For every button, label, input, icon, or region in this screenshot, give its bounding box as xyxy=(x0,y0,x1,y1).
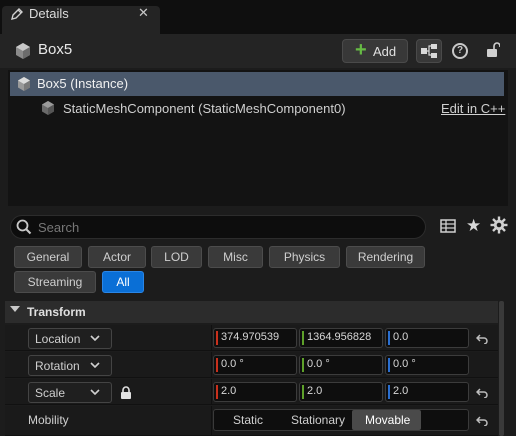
rotation-y-field[interactable]: 0.0 ° xyxy=(299,355,383,375)
tree-item-component-label[interactable]: StaticMeshComponent (StaticMeshComponent… xyxy=(63,101,346,116)
rotation-label: Rotation xyxy=(35,359,80,373)
static-mesh-icon xyxy=(42,101,54,115)
search-icon xyxy=(16,219,32,235)
tab-label: Details xyxy=(29,6,69,21)
filter-streaming[interactable]: Streaming xyxy=(14,271,96,293)
location-label: Location xyxy=(35,332,81,346)
location-x-field[interactable]: 374.970539 xyxy=(213,328,297,348)
scale-x-field[interactable]: 2.0 xyxy=(213,382,297,402)
unlock-icon[interactable] xyxy=(486,42,500,58)
filter-misc[interactable]: Misc xyxy=(208,246,263,268)
filter-actor[interactable]: Actor xyxy=(88,246,146,268)
help-icon[interactable]: ? xyxy=(452,43,468,59)
filter-all[interactable]: All xyxy=(102,271,144,293)
column-divider xyxy=(211,379,212,405)
category-label: Transform xyxy=(27,305,86,319)
table-view-icon[interactable] xyxy=(440,218,456,234)
filter-lod[interactable]: LOD xyxy=(151,246,202,268)
rotation-z-field[interactable]: 0.0 ° xyxy=(385,355,469,375)
star-icon[interactable]: ★ xyxy=(466,216,481,236)
column-divider xyxy=(211,406,212,436)
location-z-field[interactable]: 0.0 xyxy=(385,328,469,348)
column-divider xyxy=(211,325,212,351)
reset-arrow-icon[interactable] xyxy=(476,334,488,344)
scrollbar[interactable] xyxy=(499,301,504,436)
chevron-down-icon xyxy=(90,389,100,395)
filter-physics[interactable]: Physics xyxy=(269,246,340,268)
search-input[interactable] xyxy=(38,216,418,238)
tab-details[interactable] xyxy=(2,6,160,34)
reset-arrow-icon[interactable] xyxy=(476,388,488,398)
chevron-down-icon xyxy=(90,362,100,368)
rotation-x-field[interactable]: 0.0 ° xyxy=(213,355,297,375)
scale-z-field[interactable]: 2.0 xyxy=(385,382,469,402)
pencil-icon xyxy=(11,8,23,20)
close-icon[interactable]: ✕ xyxy=(138,5,149,21)
add-button-label: Add xyxy=(373,44,397,59)
reset-arrow-icon[interactable] xyxy=(476,416,488,426)
hierarchy-icon xyxy=(421,44,437,58)
location-y-field[interactable]: 1364.956828 xyxy=(299,328,383,348)
chevron-down-icon xyxy=(10,306,20,312)
plus-icon: + xyxy=(355,39,367,61)
gear-icon[interactable] xyxy=(490,216,508,234)
scale-label: Scale xyxy=(35,386,66,400)
edit-in-cpp-link[interactable]: Edit in C++ xyxy=(441,101,505,116)
mobility-label: Mobility xyxy=(28,413,69,427)
cube-icon xyxy=(18,77,30,91)
filter-rendering[interactable]: Rendering xyxy=(346,246,425,268)
tree-item-instance-label: Box5 (Instance) xyxy=(37,76,129,91)
blueprint-button[interactable] xyxy=(416,39,442,63)
scale-y-field[interactable]: 2.0 xyxy=(299,382,383,402)
column-divider xyxy=(211,352,212,378)
chevron-down-icon xyxy=(90,335,100,341)
mobility-option-stationary[interactable]: Stationary xyxy=(291,413,345,427)
object-title: Box5 xyxy=(38,41,73,58)
mobility-option-static[interactable]: Static xyxy=(233,413,263,427)
lock-icon[interactable] xyxy=(120,386,132,399)
mobility-option-movable[interactable]: Movable xyxy=(365,413,410,427)
filter-general[interactable]: General xyxy=(14,246,82,268)
cube-icon xyxy=(16,43,30,59)
